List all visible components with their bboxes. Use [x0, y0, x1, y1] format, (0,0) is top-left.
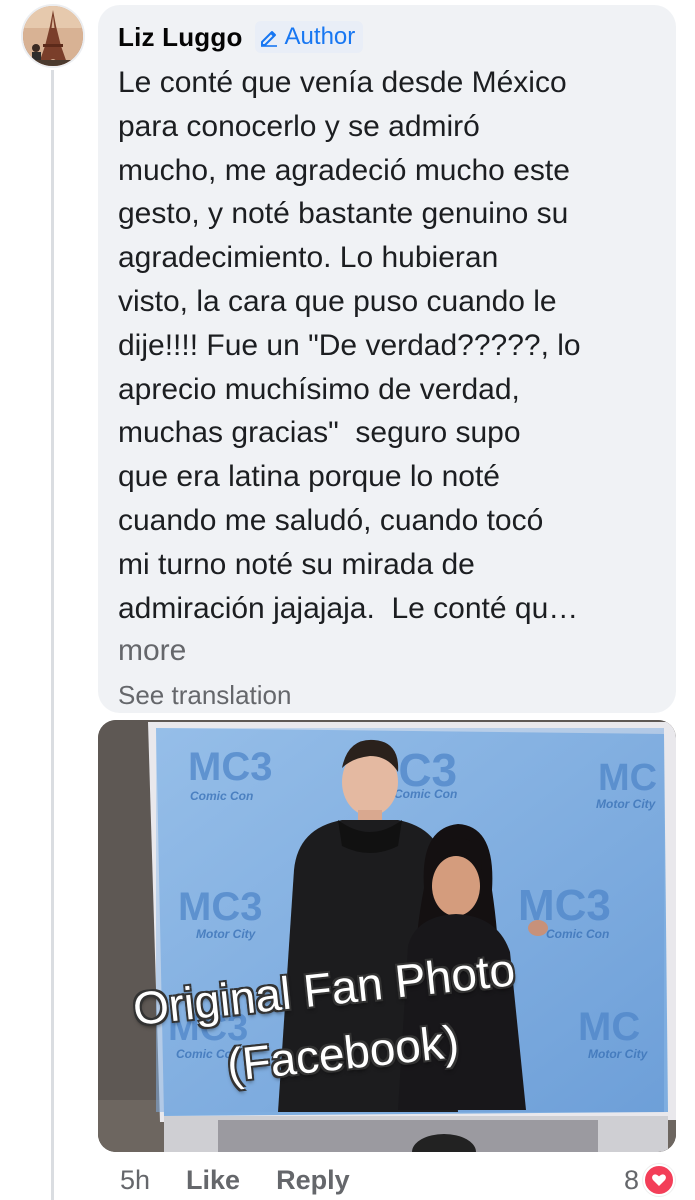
svg-text:MC: MC: [598, 757, 657, 799]
svg-text:Comic Con: Comic Con: [546, 927, 609, 941]
like-button[interactable]: Like: [186, 1165, 240, 1196]
comment-actions: 5h Like Reply: [120, 1160, 386, 1200]
reactions-summary[interactable]: 8: [624, 1160, 675, 1200]
svg-text:MC3: MC3: [188, 745, 272, 789]
svg-text:Motor City: Motor City: [596, 797, 657, 811]
svg-text:Comic Con: Comic Con: [176, 1047, 239, 1061]
see-translation-link[interactable]: See translation: [118, 676, 656, 714]
author-badge-label: Author: [284, 23, 356, 50]
comment-bubble: Liz Luggo Author Le conté que venía desd…: [98, 5, 676, 713]
author-name[interactable]: Liz Luggo: [118, 22, 243, 53]
avatar[interactable]: [21, 4, 85, 68]
thread-line: [51, 70, 54, 1200]
comment-text: Le conté que venía desde México para con…: [118, 66, 581, 625]
avatar-image: [23, 6, 83, 66]
author-badge: Author: [254, 21, 364, 53]
heart-icon: [643, 1164, 675, 1196]
more-link[interactable]: more: [118, 630, 656, 672]
comment-screen: Liz Luggo Author Le conté que venía desd…: [0, 0, 695, 1200]
svg-text:Motor City: Motor City: [588, 1047, 649, 1061]
svg-text:Comic Con: Comic Con: [190, 789, 253, 803]
svg-text:Comic Con: Comic Con: [394, 787, 457, 801]
timestamp[interactable]: 5h: [120, 1165, 150, 1196]
attached-photo[interactable]: MC3 MC3 MC MC3 MC3 MC MC3 Comic Con Comi…: [98, 720, 676, 1152]
svg-text:MC3: MC3: [168, 1007, 248, 1049]
reaction-count: 8: [623, 1164, 639, 1195]
fan-photo-image: MC3 MC3 MC MC3 MC3 MC MC3 Comic Con Comi…: [98, 720, 676, 1152]
svg-text:MC3: MC3: [178, 885, 262, 929]
svg-text:MC: MC: [578, 1005, 640, 1049]
comment-header: Liz Luggo Author: [118, 19, 656, 55]
svg-text:Motor City: Motor City: [196, 927, 257, 941]
pencil-icon: [260, 31, 277, 47]
reply-button[interactable]: Reply: [276, 1165, 350, 1196]
